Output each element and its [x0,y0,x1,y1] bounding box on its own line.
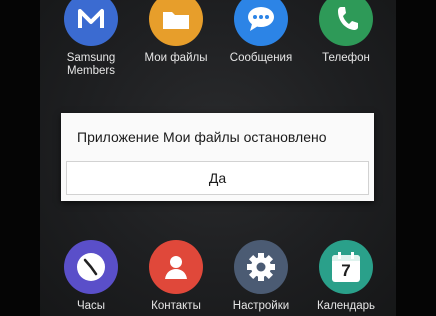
app-my-files[interactable]: Мои файлы [131,0,221,65]
samsung-members-icon [64,0,118,46]
contact-icon [149,240,203,294]
app-label: Мои файлы [144,52,208,64]
app-clock[interactable]: Часы [46,240,136,313]
calendar-day: 7 [341,261,351,280]
screen-bezel-right [396,0,436,316]
gear-icon [234,240,288,294]
app-settings[interactable]: Настройки [216,240,306,313]
app-label: Часы [76,300,106,312]
clock-icon [64,240,118,294]
app-stopped-dialog: Приложение Мои файлы остановлено Да [61,113,374,201]
app-label: Календарь [316,300,376,312]
app-messages[interactable]: Сообщения [216,0,306,65]
folder-icon [149,0,203,46]
app-label: Samsung Members [66,52,116,77]
screen-bezel-left [0,0,40,316]
app-calendar[interactable]: 7 Календарь [301,240,391,313]
app-contacts[interactable]: Контакты [131,240,221,313]
phone-icon [319,0,373,46]
app-label: Сообщения [229,52,293,64]
app-label: Контакты [151,300,201,312]
app-label: Телефон [322,52,370,64]
app-samsung-members[interactable]: Samsung Members [46,0,136,78]
chat-icon [234,0,288,46]
dialog-message: Приложение Мои файлы остановлено [77,129,327,145]
ok-button[interactable]: Да [66,161,369,195]
app-phone[interactable]: Телефон [301,0,391,65]
app-label: Настройки [232,300,290,312]
calendar-icon: 7 [319,240,373,294]
